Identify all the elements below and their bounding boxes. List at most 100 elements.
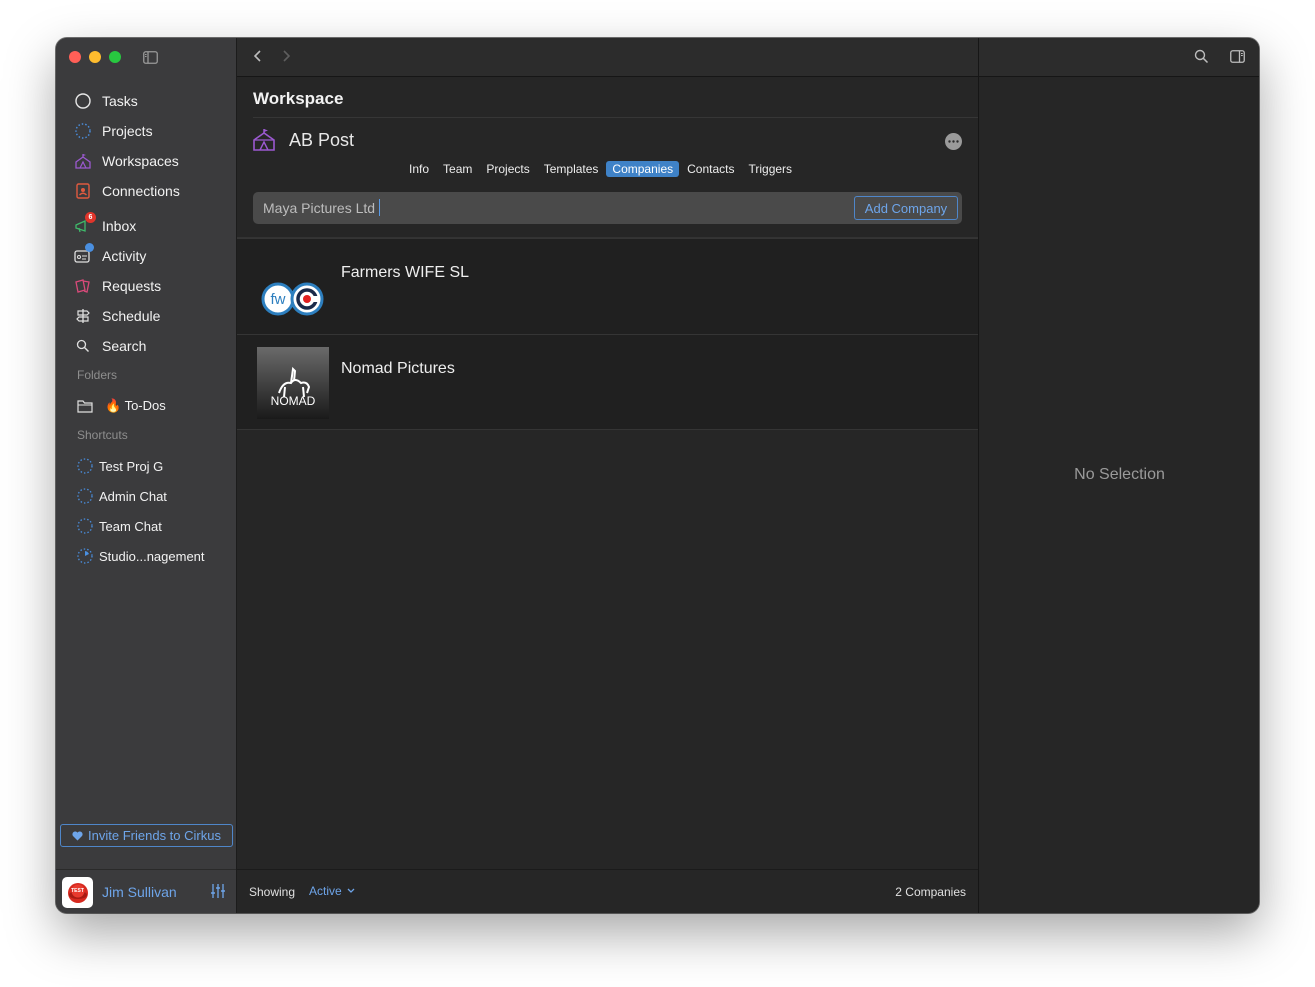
dotted-circle-icon [77, 488, 93, 504]
search-icon [74, 337, 92, 355]
shortcut-label: Studio...nagement [99, 548, 205, 564]
sliders-icon[interactable] [210, 883, 226, 904]
folders-section-title: Folders [77, 368, 118, 382]
company-count: 2 Companies [895, 885, 966, 899]
avatar-text: TEST [71, 887, 84, 894]
company-search-input[interactable]: Maya Pictures Ltd [263, 200, 375, 216]
dotted-circle-icon [77, 518, 93, 534]
sidebar-item-search[interactable]: Search [74, 335, 146, 357]
main-pane: Workspace AB Post Info Team Projects Tem… [237, 38, 978, 913]
farmers-wife-logo: fw [257, 251, 329, 323]
search-icon[interactable] [1194, 49, 1209, 69]
requests-icon [74, 277, 92, 295]
tab-team[interactable]: Team [437, 161, 478, 177]
text-caret [379, 199, 380, 216]
megaphone-icon: 6 [74, 212, 96, 235]
close-window-button[interactable] [69, 51, 81, 63]
sidebar-item-label: Inbox [102, 218, 137, 234]
company-search-bar: Maya Pictures Ltd Add Company [253, 192, 962, 224]
inbox-badge: 6 [85, 212, 96, 223]
activity-dot [85, 243, 94, 252]
shortcut-label: Test Proj G [99, 458, 164, 474]
user-name[interactable]: Jim Sullivan [102, 884, 177, 900]
company-row-farmers-wife[interactable]: fw Farmers WIFE SL [237, 238, 978, 334]
forward-chevron-icon[interactable] [281, 49, 291, 68]
shortcut-studio-management[interactable]: Studio...nagement [77, 545, 205, 567]
shortcut-label: Admin Chat [99, 488, 167, 504]
logo-text: NOMAD [271, 394, 316, 408]
shortcut-admin-chat[interactable]: Admin Chat [77, 485, 167, 507]
sidebar: Tasks Projects Workspaces Connections 6 [56, 38, 237, 913]
showing-label: Showing [249, 885, 296, 899]
more-options-button[interactable] [945, 133, 962, 150]
sidebar-item-tasks[interactable]: Tasks [74, 90, 138, 112]
status-filter-value: Active [309, 884, 342, 898]
shortcut-team-chat[interactable]: Team Chat [77, 515, 162, 537]
folder-icon [77, 398, 93, 414]
sidebar-item-projects[interactable]: Projects [74, 120, 153, 142]
user-bar: TEST Jim Sullivan [56, 869, 236, 913]
company-row-nomad-pictures[interactable]: NOMAD Nomad Pictures [237, 334, 978, 430]
sidebar-item-label: 🔥 To-Dos [105, 398, 166, 413]
minimize-window-button[interactable] [89, 51, 101, 63]
tab-templates[interactable]: Templates [538, 161, 605, 177]
tab-projects[interactable]: Projects [480, 161, 535, 177]
contact-book-icon [74, 182, 92, 200]
nomad-pictures-logo: NOMAD [257, 347, 329, 419]
window-controls [69, 51, 121, 63]
dotted-circle-icon [77, 458, 93, 474]
sidebar-item-inbox[interactable]: 6 Inbox [74, 212, 137, 237]
sidebar-item-schedule[interactable]: Schedule [74, 305, 160, 327]
progress-circle-icon [77, 548, 93, 564]
main-toolbar [237, 38, 978, 77]
sidebar-toggle-icon[interactable] [143, 51, 158, 69]
activity-icon [74, 243, 94, 265]
sidebar-item-label: Tasks [102, 93, 138, 109]
detail-toolbar [979, 38, 1259, 77]
tent-icon [251, 127, 277, 158]
dotted-circle-icon [74, 122, 92, 140]
tab-info[interactable]: Info [403, 161, 435, 177]
circle-icon [74, 92, 92, 110]
sidebar-item-label: Connections [102, 183, 180, 199]
detail-pane: No Selection [978, 38, 1259, 913]
back-chevron-icon[interactable] [253, 49, 263, 68]
invite-label: Invite Friends to Cirkus [88, 828, 221, 843]
divider [237, 429, 978, 430]
sidebar-item-connections[interactable]: Connections [74, 180, 180, 202]
heart-icon [72, 830, 83, 841]
tab-companies[interactable]: Companies [606, 161, 680, 177]
invite-friends-button[interactable]: Invite Friends to Cirkus [60, 824, 233, 847]
sidebar-item-label: Requests [102, 278, 162, 294]
workspace-tabs: Info Team Projects Templates Companies C… [403, 161, 800, 177]
logo-text: fw [271, 291, 286, 308]
shortcut-label: Team Chat [99, 518, 162, 534]
zoom-window-button[interactable] [109, 51, 121, 63]
inspector-toggle-icon[interactable] [1230, 50, 1245, 68]
chevron-down-icon [347, 888, 355, 894]
sidebar-item-activity[interactable]: Activity [74, 243, 147, 267]
tent-icon [74, 152, 92, 170]
tab-triggers[interactable]: Triggers [742, 161, 798, 177]
sidebar-item-label: Search [102, 338, 147, 354]
sidebar-item-requests[interactable]: Requests [74, 275, 161, 297]
workspace-name: AB Post [289, 130, 355, 150]
add-company-button[interactable]: Add Company [854, 196, 958, 220]
no-selection-placeholder: No Selection [1074, 466, 1165, 483]
app-window: Tasks Projects Workspaces Connections 6 [56, 38, 1259, 913]
signpost-icon [74, 307, 92, 325]
status-filter-dropdown[interactable]: Active [309, 884, 355, 898]
avatar[interactable]: TEST [62, 877, 93, 908]
sidebar-item-label: Workspaces [102, 153, 179, 169]
shortcuts-section-title: Shortcuts [77, 428, 128, 442]
tab-contacts[interactable]: Contacts [681, 161, 740, 177]
company-name: Nomad Pictures [341, 360, 455, 377]
main-footer: Showing Active 2 Companies [237, 869, 978, 913]
divider [253, 117, 978, 118]
sidebar-item-label: Projects [102, 123, 153, 139]
sidebar-item-todos[interactable]: 🔥 To-Dos [77, 395, 166, 417]
sidebar-item-label: Activity [102, 248, 147, 264]
shortcut-test-proj-g[interactable]: Test Proj G [77, 455, 163, 477]
company-name: Farmers WIFE SL [341, 264, 470, 281]
sidebar-item-workspaces[interactable]: Workspaces [74, 150, 179, 172]
